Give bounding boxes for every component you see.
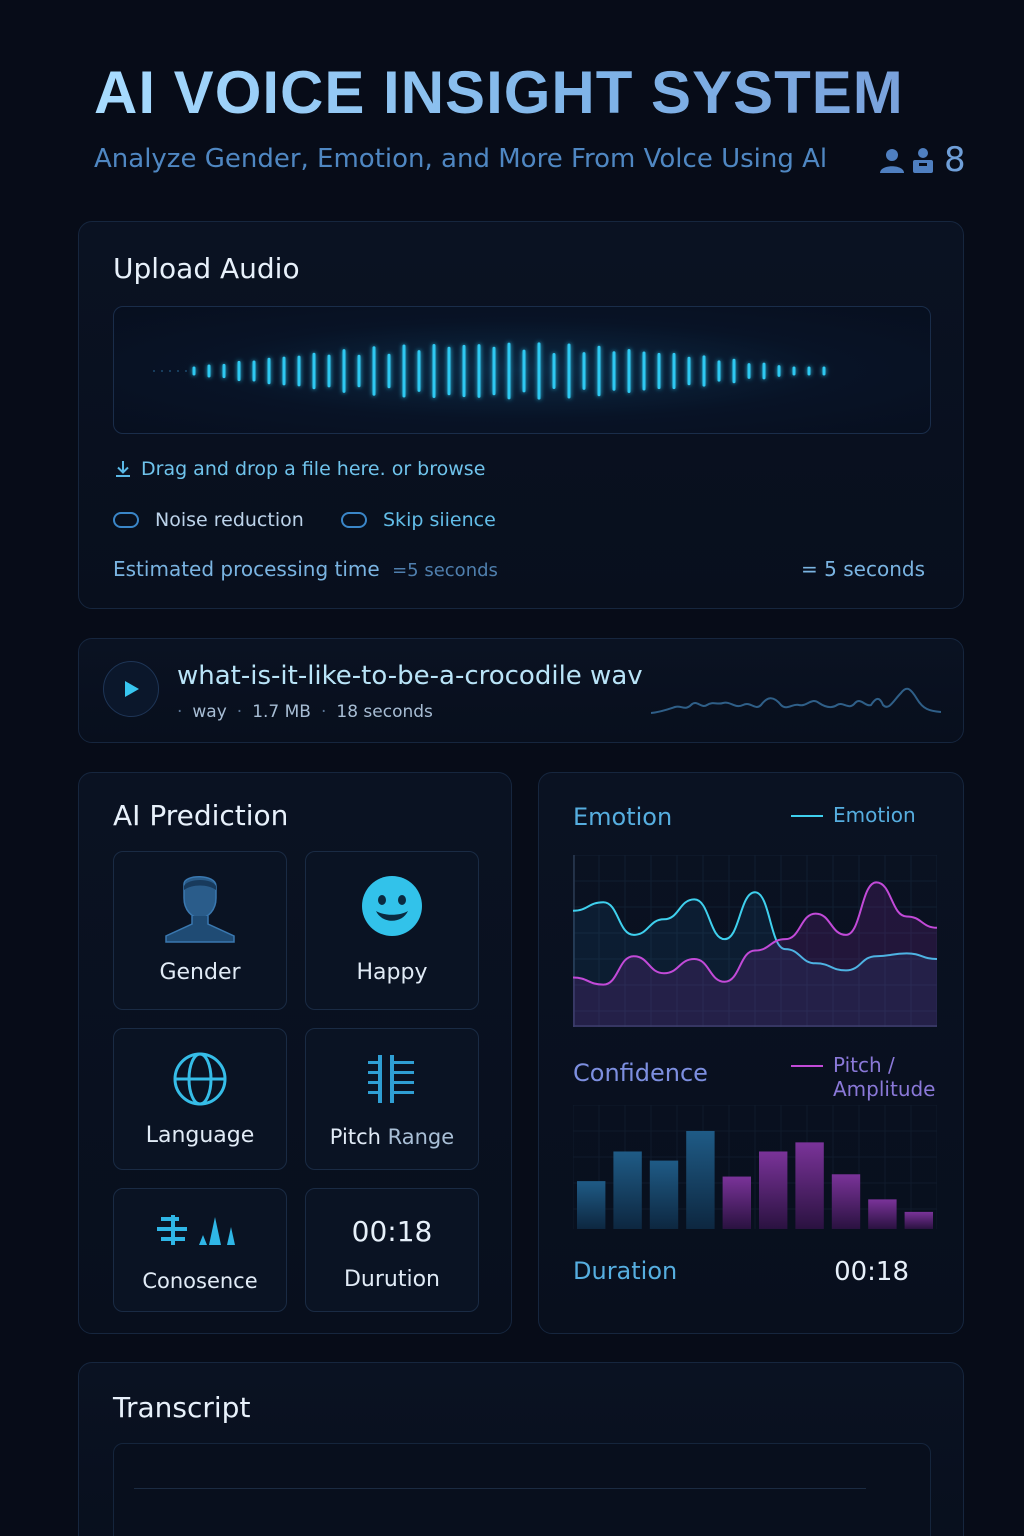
browse-link[interactable]: Drag and drop a file here. or browse	[113, 458, 485, 480]
emotion-label: Emotion	[573, 803, 673, 831]
pitch-word: Pitch	[329, 1125, 381, 1149]
audio-waveform	[153, 342, 826, 400]
confidence-bar	[868, 1199, 897, 1229]
skip-silence-toggle[interactable]: Skip siience	[341, 509, 496, 531]
confidence-label: Conosence	[142, 1269, 258, 1293]
pitch-legend-line2: Amplitude	[833, 1077, 936, 1101]
happy-label: Happy	[356, 960, 428, 985]
transcript-title: Transcript	[113, 1391, 251, 1424]
confidence-bar	[686, 1130, 715, 1229]
legend-swatch	[791, 1065, 823, 1067]
legend-swatch	[791, 815, 823, 817]
estimate-value: = 5 seconds	[801, 557, 925, 581]
skip-silence-label: Skip siience	[383, 509, 496, 531]
emotion-tile[interactable]: Happy	[305, 851, 479, 1010]
confidence-tile[interactable]: Conosence	[113, 1188, 287, 1312]
confidence-icon	[157, 1215, 235, 1245]
file-duration: 18 seconds	[336, 702, 433, 722]
pitch-range-label: Pitch Range	[306, 1125, 478, 1149]
audio-file-card: what-is-it-like-to-be-a-crocodile wav · …	[78, 638, 964, 743]
transcript-text-area[interactable]	[113, 1443, 931, 1536]
duration-label: Duration	[573, 1257, 678, 1285]
estimated-time: Estimated processing time =5 seconds	[113, 557, 498, 581]
prediction-title: AI Prediction	[113, 799, 289, 832]
play-button[interactable]	[103, 661, 159, 717]
noise-reduction-label: Noise reduction	[155, 509, 304, 531]
gender-label: Gender	[159, 960, 241, 985]
duration-label: Durution	[343, 1267, 440, 1292]
confidence-label: Confidence	[573, 1059, 708, 1087]
meta-dot: ·	[236, 702, 243, 722]
download-icon	[116, 461, 130, 477]
noise-reduction-toggle[interactable]: Noise reduction	[113, 509, 304, 531]
emotion-line-chart	[573, 855, 937, 1027]
meta-dot: ·	[320, 702, 327, 722]
user-icon	[880, 149, 904, 173]
confidence-bar	[795, 1142, 824, 1229]
duration-value: 00:18	[351, 1215, 433, 1248]
confidence-bar	[649, 1160, 679, 1229]
upload-title: Upload Audio	[113, 252, 300, 285]
emotion-legend: Emotion	[791, 803, 916, 827]
pitch-legend: Pitch / Amplitude	[791, 1053, 936, 1101]
estimate-small: =5 seconds	[392, 560, 498, 581]
emotion-analysis-card: Emotion Emotion Confidence Pitch / Ampli…	[538, 772, 964, 1334]
waveform-dot	[185, 370, 187, 372]
duration-tile[interactable]: 00:18 Durution	[305, 1188, 479, 1312]
confidence-bar	[577, 1181, 606, 1229]
confidence-bar	[613, 1151, 642, 1229]
smiley-icon	[362, 876, 422, 936]
drop-text: Drag and drop a file here. or browse	[141, 458, 486, 480]
mini-waveform	[651, 687, 941, 714]
pitch-legend-text: Pitch / Amplitude	[833, 1053, 936, 1101]
person-icon	[165, 876, 235, 943]
language-tile[interactable]: Language	[113, 1028, 287, 1170]
confidence-bar	[722, 1176, 751, 1229]
transcript-card: Transcript	[78, 1362, 964, 1536]
emotion-legend-label: Emotion	[833, 803, 916, 827]
confidence-bar	[904, 1211, 933, 1229]
waveform-dot	[153, 370, 155, 372]
language-label: Language	[145, 1123, 255, 1148]
waveform-dot	[169, 370, 171, 372]
upload-audio-card: Upload Audio Drag and drop a file here. …	[78, 221, 964, 609]
file-size: 1.7 MB	[252, 702, 311, 722]
waveform-dot	[161, 370, 163, 372]
waveform-dot	[177, 370, 179, 372]
play-icon	[125, 681, 139, 697]
pitch-legend-line1: Pitch /	[833, 1053, 895, 1077]
globe-icon	[173, 1052, 227, 1106]
ai-prediction-card: AI Prediction Gender Happy Language Pitc…	[78, 772, 512, 1334]
estimate-label: Estimated processing time	[113, 557, 380, 581]
confidence-bar-chart	[573, 1105, 937, 1229]
confidence-bar	[831, 1174, 861, 1229]
user-indicator[interactable]: 8	[878, 140, 966, 180]
duration-value: 00:18	[834, 1257, 909, 1287]
toggle-switch[interactable]	[113, 512, 139, 528]
range-word: Range	[387, 1125, 455, 1149]
confidence-bar	[759, 1151, 788, 1229]
gender-tile[interactable]: Gender	[113, 851, 287, 1010]
user-count: 8	[944, 140, 966, 180]
transcript-line	[134, 1488, 866, 1489]
toggle-switch[interactable]	[341, 512, 367, 528]
user-badge-icon	[913, 148, 933, 173]
app-subtitle: Analyze Gender, Emotion, and More From V…	[94, 144, 828, 174]
audio-dropzone[interactable]	[113, 306, 931, 434]
file-meta: · way · 1.7 MB · 18 seconds	[177, 702, 433, 722]
equalizer-icon	[368, 1055, 414, 1103]
file-name: what-is-it-like-to-be-a-crocodile wav	[177, 661, 643, 691]
meta-dot: ·	[177, 702, 183, 722]
app-title: AI VOICE INSIGHT SYSTEM	[94, 59, 904, 126]
file-format: way	[192, 702, 227, 722]
pitch-range-tile[interactable]: Pitch Range	[305, 1028, 479, 1170]
